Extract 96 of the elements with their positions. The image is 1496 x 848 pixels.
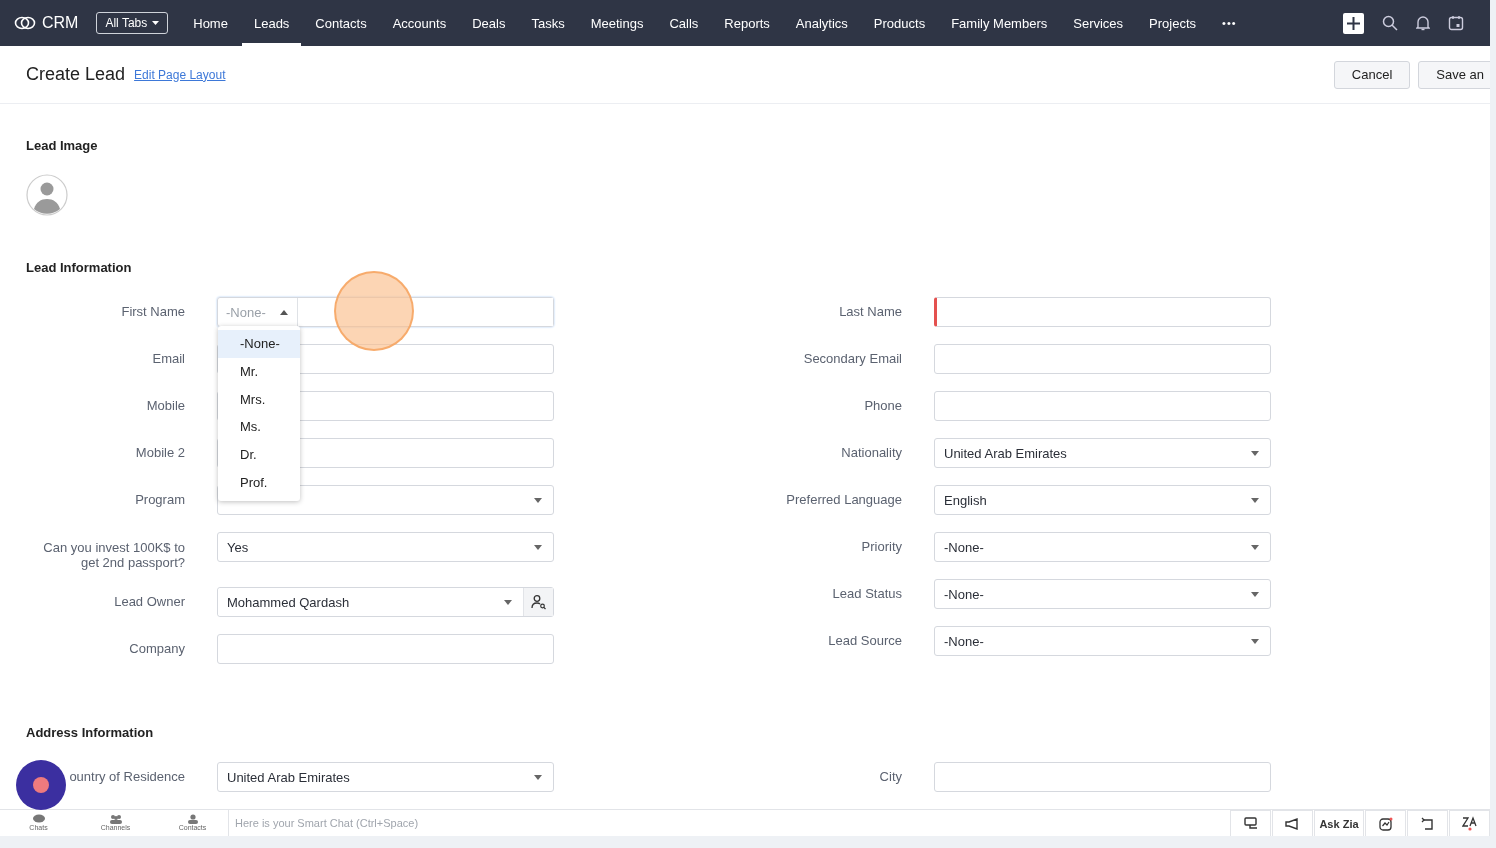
section-heading: Address Information [26,725,155,741]
header-button[interactable]: Save an [1418,60,1490,89]
field-label: Phone [864,397,902,415]
all-tabs-button[interactable]: All Tabs [96,12,169,34]
section-heading: Lead Information [26,260,133,276]
user-search-icon [530,594,547,610]
caret-icon [1251,450,1259,456]
user-lookup-button[interactable] [523,588,553,616]
bell-icon[interactable] [1416,15,1430,31]
megaphone-icon [1285,817,1300,830]
field-label: Program [135,491,185,509]
caret-icon [534,497,542,503]
rotate-icon [1420,816,1435,831]
nav-tab[interactable]: Products [861,0,938,46]
nav-tab[interactable]: Calls [657,0,711,46]
field-label: Can you invest 100K$ to get 2nd passport? [42,539,185,570]
caret-icon [152,21,160,25]
text-field[interactable] [934,344,1271,374]
field-label: Company [129,640,185,658]
caret-icon [504,599,512,605]
salutation-placeholder: -None- [226,304,266,320]
page-title: Create Lead [26,64,126,85]
ask-zia-button[interactable]: Ask Zia [1314,810,1364,836]
monitor-icon [1243,817,1258,830]
field-label: Priority [861,538,902,556]
caret-icon [1251,591,1259,597]
nav-tab[interactable]: Leads [241,0,302,46]
nav-tab[interactable]: Accounts [380,0,459,46]
field-label: ountry of Residence [69,768,185,786]
nav-tab[interactable]: Meetings [578,0,656,46]
select-field[interactable]: United Arab Emirates [934,438,1271,468]
nav-tab[interactable]: Tasks [519,0,577,46]
nav-tab[interactable]: Family Members [939,0,1060,46]
speech-bubble-icon [31,814,46,824]
nav-tab[interactable]: Home [181,0,240,46]
text-field[interactable] [934,297,1271,327]
salutation-option[interactable]: Prof. [218,469,300,497]
select-field[interactable]: -None- [934,532,1271,562]
search-icon[interactable] [1382,15,1398,31]
calendar-icon[interactable] [1448,15,1464,31]
section-heading: Lead Image [26,138,99,154]
field-label: Mobile [146,397,185,415]
text-field[interactable] [217,634,554,664]
field-label: Email [152,350,185,368]
select-field[interactable]: -None- [934,626,1271,656]
add-icon[interactable] [1343,12,1364,34]
nav-tab[interactable]: Analytics [783,0,860,46]
avatar-placeholder-icon[interactable] [26,174,68,216]
select-field[interactable]: -None- [934,579,1271,609]
insights-button[interactable] [1365,810,1406,836]
field-label: Mobile 2 [135,444,185,462]
salutation-option[interactable]: Dr. [218,441,300,469]
caret-icon [1251,638,1259,644]
field-label: Preferred Language [786,491,902,509]
salutation-option[interactable]: -None- [218,330,300,358]
select-field[interactable]: English [934,485,1271,515]
field-label: City [879,768,902,786]
record-dot-icon [32,776,50,794]
field-label: Lead Source [828,632,902,650]
header-button[interactable]: Cancel [1333,60,1411,89]
app-name: CRM [42,14,79,32]
caret-icon [534,774,542,780]
select-field[interactable]: United Arab Emirates [217,762,554,792]
refresh-button[interactable] [1407,810,1448,836]
field-label: Last Name [839,303,902,321]
floating-action-button[interactable] [16,760,66,810]
nav-tab[interactable]: Deals [460,0,518,46]
zia-logo-icon [1461,816,1478,831]
announcement-button[interactable] [1272,810,1313,836]
field-label: Lead Owner [114,593,185,611]
salutation-option[interactable]: Mr. [218,357,300,386]
caret-icon [534,544,542,550]
nav-tab[interactable]: Contacts [303,0,379,46]
edit-page-layout-link[interactable]: Edit Page Layout [134,67,226,82]
field-label: Nationality [841,444,902,462]
caret-icon [1251,497,1259,503]
people-icon [108,814,123,824]
nav-tab[interactable]: Services [1061,0,1136,46]
field-label: Secondary Email [803,350,902,368]
text-field[interactable] [934,391,1271,421]
salutation-option[interactable]: Mrs. [218,385,300,414]
salutation-option[interactable]: Ms. [218,413,300,442]
zia-button[interactable] [1449,810,1490,836]
field-label: Lead Status [832,585,902,603]
nav-tab[interactable]: Projects [1137,0,1209,46]
caret-icon [1251,544,1259,550]
crm-logo-icon [14,16,36,30]
nav-tab[interactable]: Reports [712,0,782,46]
monitor-button[interactable] [1230,810,1271,836]
field-label: First Name [121,303,185,321]
chart-icon [1378,816,1393,831]
select-field[interactable]: Yes [217,532,554,562]
more-tabs-button[interactable]: ••• [1210,0,1249,46]
caret-icon [280,309,288,315]
person-icon [185,814,200,824]
text-field[interactable] [934,762,1271,792]
